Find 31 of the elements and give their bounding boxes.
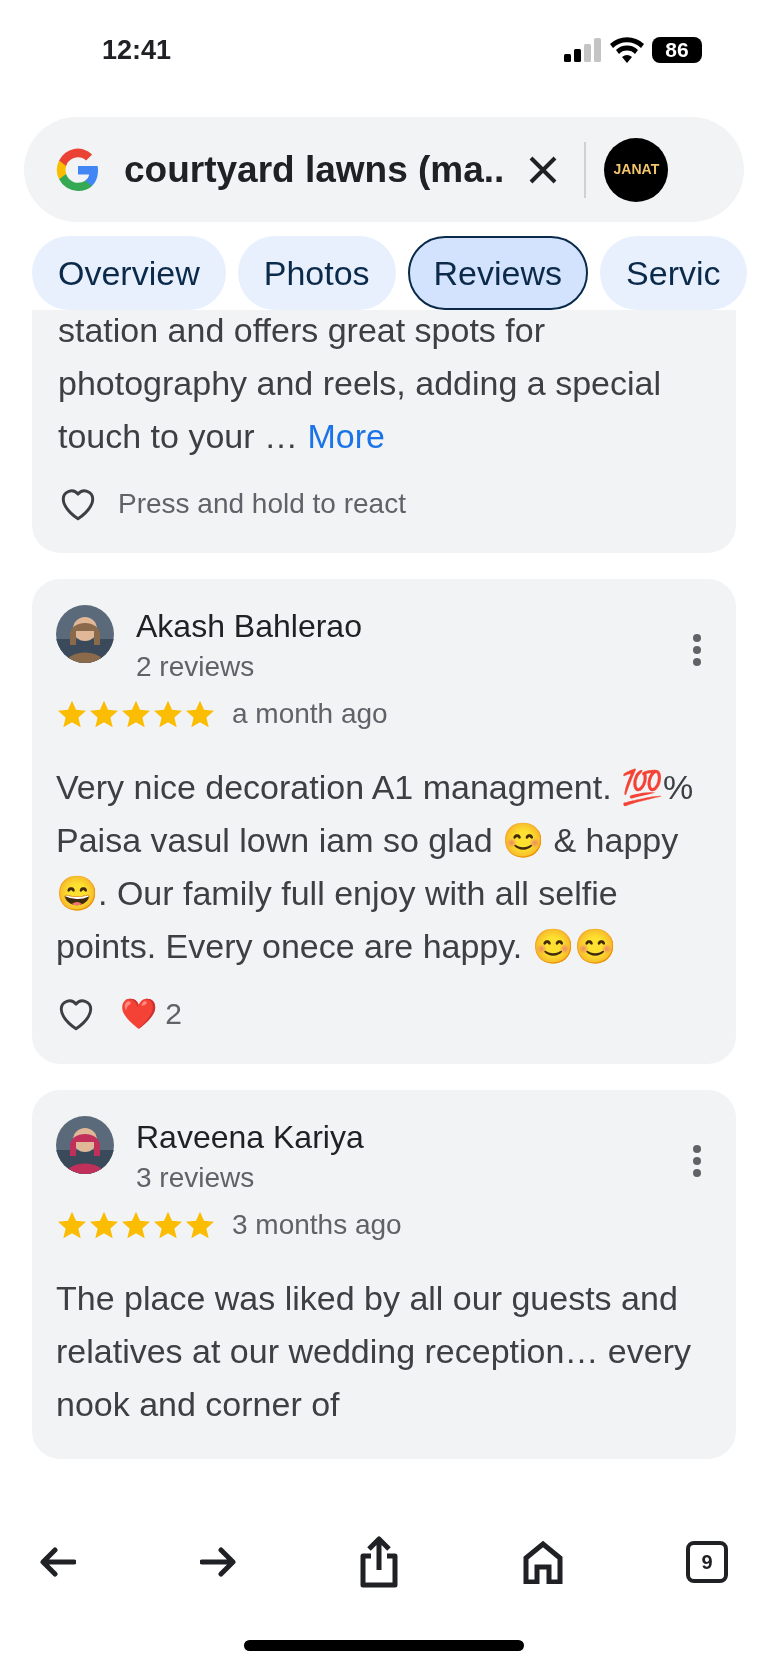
signal-icon bbox=[564, 38, 602, 62]
status-time: 12:41 bbox=[102, 33, 172, 67]
tab[interactable]: Servic bbox=[600, 236, 747, 310]
home-icon[interactable] bbox=[522, 1540, 563, 1584]
tab[interactable]: Photos bbox=[237, 236, 396, 310]
close-icon[interactable] bbox=[528, 154, 559, 185]
more-link[interactable]: More bbox=[307, 417, 385, 455]
review-text: Very nice decoration A1 managment. 💯% Paisa vasul lown iam so glad 😊 & happy 😄. Our family full enjoy with all selfie points. Every onece are happy. 😊😊 bbox=[56, 767, 695, 967]
battery-indicator: 86 bbox=[652, 37, 702, 63]
react-hint: Press and hold to react bbox=[118, 487, 406, 521]
reviewer-name[interactable]: Akash Bahlerao bbox=[136, 605, 692, 647]
tab-count-button[interactable]: 9 bbox=[686, 1541, 728, 1583]
more-options-icon[interactable] bbox=[692, 633, 702, 667]
review-count: 2 reviews bbox=[136, 650, 256, 684]
review-count: 3 reviews bbox=[136, 1161, 256, 1195]
tab[interactable]: Reviews bbox=[407, 236, 589, 310]
share-icon[interactable] bbox=[359, 1536, 399, 1588]
review-text: station and offers great spots for photography and reels, adding a special touch to your … More bbox=[58, 310, 662, 457]
reaction-count[interactable]: ❤ 2 bbox=[120, 991, 183, 1036]
review-text: The place was liked by all our guests and relatives at our wedding reception… every nook and corner of bbox=[56, 1278, 692, 1425]
review-date: 3 months ago bbox=[232, 1208, 402, 1242]
reviewer-name[interactable]: Raveena Kariya bbox=[136, 1116, 692, 1158]
search-bar[interactable]: courtyard lawns (ma.. JANAT bbox=[24, 117, 744, 222]
search-query[interactable]: courtyard lawns (ma.. bbox=[124, 141, 505, 198]
more-options-icon[interactable] bbox=[692, 1144, 702, 1178]
profile-logo[interactable]: JANAT bbox=[604, 137, 669, 202]
forward-arrow-icon[interactable] bbox=[199, 1547, 236, 1577]
review-date: a month ago bbox=[232, 697, 388, 731]
wifi-icon bbox=[610, 37, 644, 63]
tab[interactable]: Overview bbox=[32, 236, 226, 310]
back-arrow-icon[interactable] bbox=[40, 1547, 76, 1577]
